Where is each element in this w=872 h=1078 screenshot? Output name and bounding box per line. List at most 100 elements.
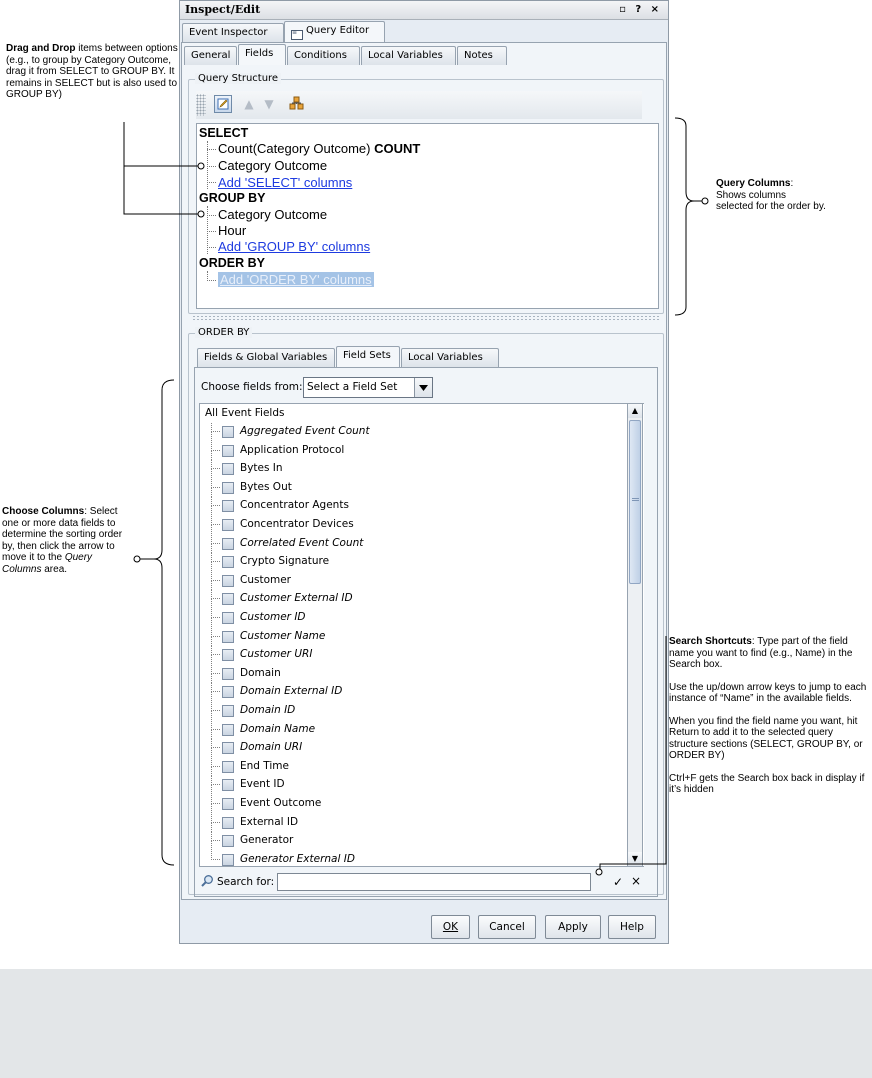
tree-connector bbox=[211, 618, 212, 627]
apply-button[interactable]: Apply bbox=[545, 915, 601, 939]
select-item-category-outcome[interactable]: Category Outcome bbox=[218, 158, 327, 173]
field-checkbox[interactable] bbox=[222, 667, 234, 680]
field-row[interactable]: Event Outcome bbox=[206, 795, 636, 813]
field-checkbox[interactable] bbox=[222, 798, 234, 810]
field-checkbox[interactable] bbox=[222, 705, 234, 717]
tab-fields[interactable]: Fields bbox=[238, 44, 286, 65]
field-checkbox[interactable] bbox=[222, 444, 234, 457]
field-row[interactable]: Application Protocol bbox=[206, 441, 636, 460]
field-row[interactable]: Domain Name bbox=[206, 720, 636, 739]
tab-fields-global-variables[interactable]: Fields & Global Variables bbox=[197, 348, 335, 367]
field-checkbox[interactable] bbox=[222, 686, 234, 699]
scroll-down-icon[interactable]: ▼ bbox=[628, 852, 642, 866]
field-checkbox[interactable] bbox=[222, 816, 234, 829]
group-by-item-hour[interactable]: Hour bbox=[218, 223, 246, 238]
all-event-fields-root[interactable]: All Event Fields bbox=[205, 407, 284, 419]
panel-splitter[interactable] bbox=[192, 315, 660, 321]
field-row[interactable]: Concentrator Agents bbox=[206, 497, 636, 516]
field-checkbox[interactable] bbox=[222, 593, 234, 606]
field-row[interactable]: Customer Name bbox=[206, 627, 636, 646]
field-checkbox[interactable] bbox=[222, 649, 234, 662]
field-row[interactable]: Generator bbox=[206, 832, 636, 851]
field-row[interactable]: Customer ID bbox=[206, 609, 636, 627]
field-checkbox[interactable] bbox=[222, 500, 234, 513]
field-checkbox[interactable] bbox=[222, 574, 234, 587]
field-checkbox[interactable] bbox=[222, 556, 234, 569]
field-row[interactable]: Domain ID bbox=[206, 702, 636, 720]
tree-connector bbox=[211, 516, 220, 525]
field-checkbox[interactable] bbox=[222, 426, 234, 438]
field-checkbox[interactable] bbox=[222, 835, 234, 848]
field-checkbox[interactable] bbox=[222, 463, 234, 476]
select-item-count[interactable]: Count(Category Outcome) COUNT bbox=[218, 141, 420, 156]
tree-connector bbox=[211, 506, 212, 516]
search-confirm-icon[interactable]: ✓ bbox=[613, 875, 623, 889]
field-checkbox[interactable] bbox=[222, 742, 234, 755]
search-close-icon[interactable]: × bbox=[631, 874, 641, 888]
field-label: End Time bbox=[240, 759, 289, 772]
tab-local-variables[interactable]: Local Variables bbox=[361, 46, 456, 65]
field-row[interactable]: Domain External ID bbox=[206, 683, 636, 702]
group-by-item-category-outcome[interactable]: Category Outcome bbox=[218, 207, 327, 222]
cancel-button[interactable]: Cancel bbox=[478, 915, 536, 939]
field-row[interactable]: Domain URI bbox=[206, 739, 636, 758]
move-down-icon[interactable]: ▼ bbox=[260, 95, 278, 113]
field-row[interactable]: Customer bbox=[206, 571, 636, 590]
field-row[interactable]: Correlated Event Count bbox=[206, 534, 636, 553]
field-checkbox[interactable] bbox=[222, 537, 234, 550]
field-row[interactable]: End Time bbox=[206, 757, 636, 776]
field-checkbox[interactable] bbox=[222, 760, 234, 773]
field-checkbox[interactable] bbox=[222, 481, 234, 494]
field-row[interactable]: Domain bbox=[206, 664, 636, 683]
field-checkbox[interactable] bbox=[222, 853, 234, 866]
field-row[interactable]: Bytes Out bbox=[206, 478, 636, 497]
field-label: Aggregated Event Count bbox=[240, 425, 370, 437]
field-row[interactable]: Customer External ID bbox=[206, 590, 636, 609]
scroll-thumb[interactable] bbox=[629, 420, 641, 584]
tree-connector bbox=[211, 469, 212, 479]
field-checkbox[interactable] bbox=[222, 612, 234, 624]
tree-connector bbox=[211, 776, 220, 786]
tab-general[interactable]: General bbox=[184, 46, 237, 65]
help-button[interactable]: Help bbox=[608, 915, 656, 939]
field-checkbox[interactable] bbox=[222, 519, 234, 531]
field-checkbox[interactable] bbox=[222, 779, 234, 792]
field-row[interactable]: Bytes In bbox=[206, 460, 636, 479]
field-row[interactable]: Generator External ID bbox=[206, 850, 636, 866]
field-label: Bytes Out bbox=[240, 480, 292, 493]
ok-button[interactable]: OK bbox=[431, 915, 470, 939]
tab-notes[interactable]: Notes bbox=[457, 46, 507, 65]
query-structure-tree[interactable]: SELECT Count(Category Outcome) COUNT Cat… bbox=[196, 123, 659, 309]
tab-event-inspector[interactable]: Event Inspector bbox=[182, 23, 284, 42]
tree-connector bbox=[211, 590, 220, 600]
field-checkbox[interactable] bbox=[222, 723, 234, 736]
field-row[interactable]: External ID bbox=[206, 813, 636, 832]
field-label: Correlated Event Count bbox=[240, 536, 364, 549]
field-row[interactable]: Crypto Signature bbox=[206, 553, 636, 572]
field-set-icon[interactable] bbox=[288, 95, 306, 113]
scroll-up-icon[interactable]: ▲ bbox=[628, 404, 642, 418]
tab-conditions[interactable]: Conditions bbox=[287, 46, 360, 65]
field-row[interactable]: Aggregated Event Count bbox=[206, 423, 636, 441]
search-input[interactable] bbox=[277, 873, 591, 891]
tree-connector bbox=[211, 822, 212, 832]
field-row[interactable]: Customer URI bbox=[206, 646, 636, 665]
add-order-by-columns-link[interactable]: Add 'ORDER BY' columns bbox=[218, 272, 374, 287]
chevron-down-icon[interactable] bbox=[414, 378, 432, 397]
move-up-icon[interactable]: ▲ bbox=[240, 95, 258, 113]
tab-query-editor[interactable]: ≡ Query Editor bbox=[284, 21, 385, 42]
add-select-columns-link[interactable]: Add 'SELECT' columns bbox=[218, 175, 352, 190]
tab-field-sets[interactable]: Field Sets bbox=[336, 346, 400, 367]
tree-connector bbox=[211, 850, 220, 860]
edit-icon[interactable] bbox=[214, 95, 232, 113]
add-group-by-columns-link[interactable]: Add 'GROUP BY' columns bbox=[218, 239, 370, 254]
field-checkbox[interactable] bbox=[222, 630, 234, 643]
field-row[interactable]: Event ID bbox=[206, 776, 636, 795]
window-titlebar[interactable]: Inspect/Edit ▫ ? × bbox=[180, 1, 668, 20]
field-list-scrollbar[interactable]: ▲ ▼ bbox=[627, 403, 643, 867]
field-set-select[interactable]: Select a Field Set bbox=[303, 377, 433, 398]
tab-order-local-variables[interactable]: Local Variables bbox=[401, 348, 499, 367]
window-controls[interactable]: ▫ ? × bbox=[619, 1, 662, 19]
event-fields-list[interactable]: All Event Fields Aggregated Event Count A… bbox=[199, 403, 644, 867]
field-row[interactable]: Concentrator Devices bbox=[206, 516, 636, 534]
